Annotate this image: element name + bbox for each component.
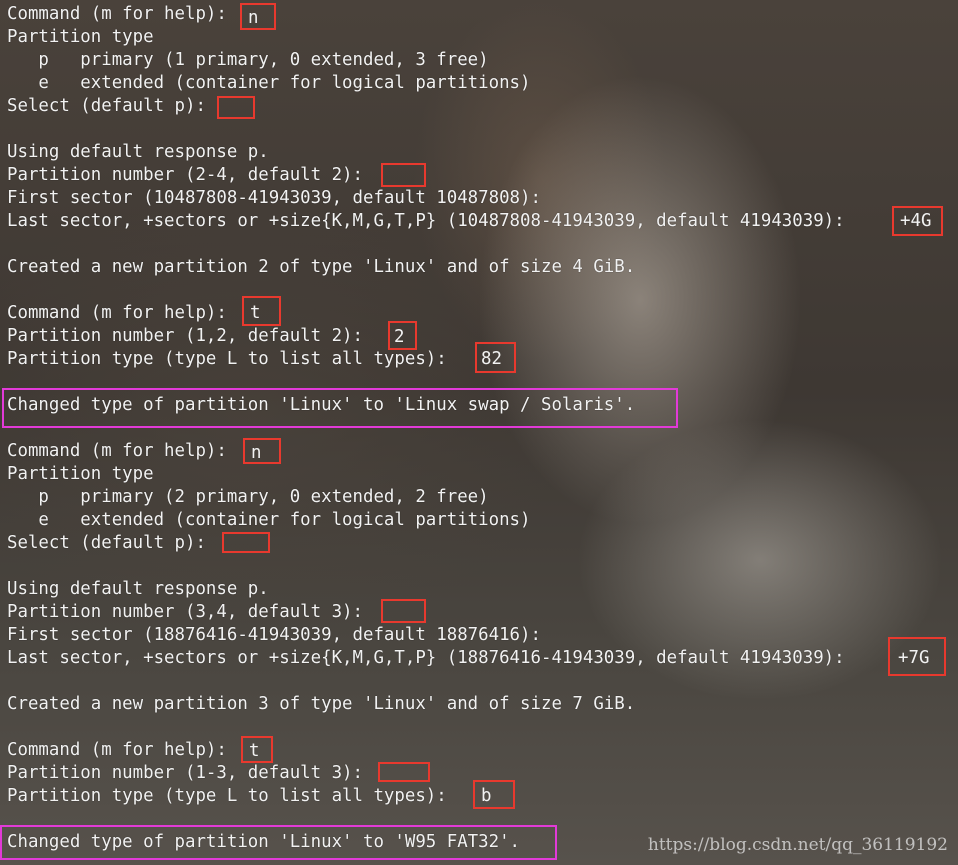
user-input: t (249, 741, 260, 761)
input-highlight-box: n (243, 438, 281, 464)
user-input: +4G (900, 211, 932, 231)
terminal-line: Partition number (1,2, default 2): (7, 326, 374, 346)
terminal-line: Partition number (1-3, default 3): (7, 763, 374, 783)
watermark-url: https://blog.csdn.net/qq_36119192 (647, 835, 948, 855)
result-highlight-box (2, 388, 678, 428)
terminal-line: Command (m for help): (7, 441, 238, 461)
terminal-line: Command (m for help): (7, 740, 238, 760)
input-highlight-box: +4G (892, 206, 943, 236)
terminal-line: Command (m for help): (7, 303, 238, 323)
terminal-line: Using default response p. (7, 579, 269, 599)
input-highlight-box (381, 163, 426, 187)
terminal-line: Partition number (3,4, default 3): (7, 602, 374, 622)
user-input: n (248, 8, 259, 28)
input-highlight-box: 2 (388, 321, 417, 350)
input-highlight-box: n (240, 3, 276, 30)
terminal-line: p primary (1 primary, 0 extended, 3 free… (7, 50, 489, 70)
terminal-line: Created a new partition 3 of type 'Linux… (7, 694, 636, 714)
input-highlight-box: t (242, 296, 281, 326)
terminal-line: e extended (container for logical partit… (7, 510, 531, 530)
result-highlight-box (0, 825, 557, 860)
input-highlight-box (217, 96, 255, 119)
terminal-line: Using default response p. (7, 142, 269, 162)
input-highlight-box (381, 599, 426, 623)
input-highlight-box: 82 (475, 342, 516, 373)
terminal-line: Select (default p): (7, 96, 217, 116)
input-highlight-box: b (473, 780, 515, 809)
terminal-line: Command (m for help): (7, 4, 238, 24)
user-input: b (481, 786, 492, 806)
input-highlight-box (222, 532, 270, 553)
input-highlight-box: t (241, 736, 273, 763)
terminal-line: Partition type (7, 464, 154, 484)
terminal-line: Last sector, +sectors or +size{K,M,G,T,P… (7, 648, 856, 668)
terminal-line: Partition type (type L to list all types… (7, 786, 458, 806)
user-input: 2 (394, 327, 405, 347)
user-input: 82 (481, 349, 502, 369)
terminal-line: Partition type (type L to list all types… (7, 349, 458, 369)
terminal-line: First sector (10487808-41943039, default… (7, 188, 541, 208)
user-input: t (250, 303, 261, 323)
terminal-line: Partition number (2-4, default 2): (7, 165, 374, 185)
input-highlight-box: +7G (888, 637, 946, 676)
terminal-line: First sector (18876416-41943039, default… (7, 625, 541, 645)
input-highlight-box (378, 762, 430, 782)
terminal-line: Select (default p): (7, 533, 217, 553)
terminal-line: Created a new partition 2 of type 'Linux… (7, 257, 636, 277)
user-input: n (251, 443, 262, 463)
user-input: +7G (898, 648, 930, 668)
terminal-output[interactable]: Command (m for help): Partition type p p… (0, 0, 958, 865)
terminal-line: e extended (container for logical partit… (7, 73, 531, 93)
terminal-line: Partition type (7, 27, 154, 47)
terminal-line: Last sector, +sectors or +size{K,M,G,T,P… (7, 211, 856, 231)
terminal-line: p primary (2 primary, 0 extended, 2 free… (7, 487, 489, 507)
